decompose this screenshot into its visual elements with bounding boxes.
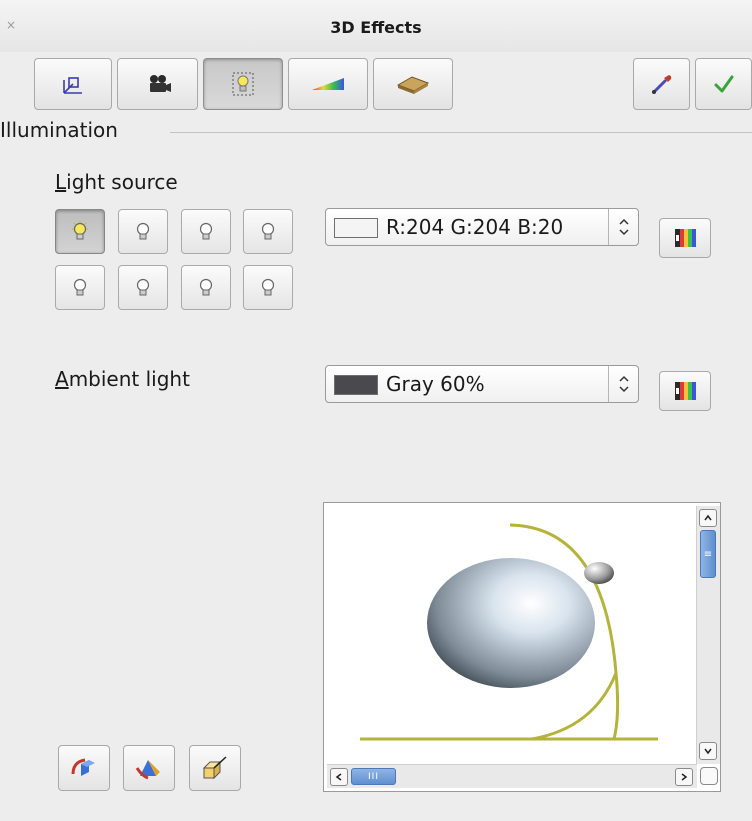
title-bar: × 3D Effects xyxy=(0,0,752,52)
light-off-icon xyxy=(261,222,275,239)
light-source-2-button[interactable] xyxy=(118,209,168,254)
ambient-color-value: Gray 60% xyxy=(386,372,485,396)
ambient-color-swatch xyxy=(334,375,378,395)
light-color-select[interactable]: R:204 G:204 B:20 xyxy=(325,208,639,246)
checkmark-icon xyxy=(714,75,733,93)
color-picker-icon xyxy=(675,229,696,247)
tab-geometry[interactable] xyxy=(34,58,112,110)
light-source-8-button[interactable] xyxy=(243,265,293,310)
sphere-object xyxy=(427,558,595,688)
perspective-icon xyxy=(135,760,160,780)
convert-to-3d-button[interactable] xyxy=(189,745,241,791)
light-source-7-button[interactable] xyxy=(181,265,231,310)
tab-material[interactable] xyxy=(373,58,453,110)
camera-icon xyxy=(149,75,171,92)
material-icon xyxy=(396,76,430,94)
light-off-icon xyxy=(199,278,213,295)
spin-arrows-icon[interactable] xyxy=(608,209,638,245)
light-off-icon xyxy=(73,278,87,295)
section-heading: Illumination xyxy=(0,118,124,142)
light-source-1-button[interactable] xyxy=(55,209,105,254)
color-picker-icon xyxy=(675,382,696,400)
light-source-marker xyxy=(584,562,614,584)
vertical-scrollbar[interactable]: ≡ xyxy=(696,506,720,764)
bulb-icon xyxy=(232,72,254,96)
spin-arrows-icon[interactable] xyxy=(608,366,638,402)
perspective-button[interactable] xyxy=(123,745,175,791)
preview-scene xyxy=(360,523,658,741)
section-divider xyxy=(170,132,752,133)
scroll-right-icon[interactable] xyxy=(675,768,693,786)
scroll-up-icon[interactable] xyxy=(699,509,717,527)
light-off-icon xyxy=(261,278,275,295)
texture-icon xyxy=(312,78,344,90)
convert-3d-icon xyxy=(202,756,227,780)
pipette-icon xyxy=(651,75,671,94)
light-source-3-button[interactable] xyxy=(181,209,231,254)
illumination-preview[interactable] xyxy=(323,502,721,792)
light-source-5-button[interactable] xyxy=(55,265,105,310)
light-color-value: R:204 G:204 B:20 xyxy=(386,215,564,239)
tab-textures[interactable] xyxy=(288,58,368,110)
light-source-4-button[interactable] xyxy=(243,209,293,254)
light-source-6-button[interactable] xyxy=(118,265,168,310)
light-off-icon xyxy=(136,222,150,239)
ambient-color-select[interactable]: Gray 60% xyxy=(325,365,639,403)
convert-to-rotation-button[interactable] xyxy=(58,745,110,791)
vertical-scroll-thumb[interactable]: ≡ xyxy=(700,530,716,578)
horizontal-scrollbar[interactable]: III xyxy=(327,764,697,788)
rotation-icon xyxy=(71,758,95,776)
light-source-label: Light source xyxy=(55,170,178,194)
horizontal-scroll-thumb[interactable]: III xyxy=(351,768,396,785)
light-off-icon xyxy=(199,222,213,239)
ambient-color-dialog-button[interactable] xyxy=(659,371,711,411)
tab-shading[interactable] xyxy=(117,58,198,110)
apply-button[interactable] xyxy=(695,58,752,110)
ambient-light-label: Ambient light xyxy=(55,367,190,391)
tab-illumination[interactable] xyxy=(203,58,283,110)
assign-button[interactable] xyxy=(633,58,690,110)
scroll-left-icon[interactable] xyxy=(330,768,348,786)
light-color-swatch xyxy=(334,218,378,238)
window-title: 3D Effects xyxy=(330,18,422,37)
light-color-dialog-button[interactable] xyxy=(659,218,711,258)
scroll-corner xyxy=(700,767,718,785)
scroll-down-icon[interactable] xyxy=(699,742,717,760)
light-on-icon xyxy=(72,220,88,239)
light-off-icon xyxy=(136,278,150,295)
geometry-icon xyxy=(63,77,82,94)
